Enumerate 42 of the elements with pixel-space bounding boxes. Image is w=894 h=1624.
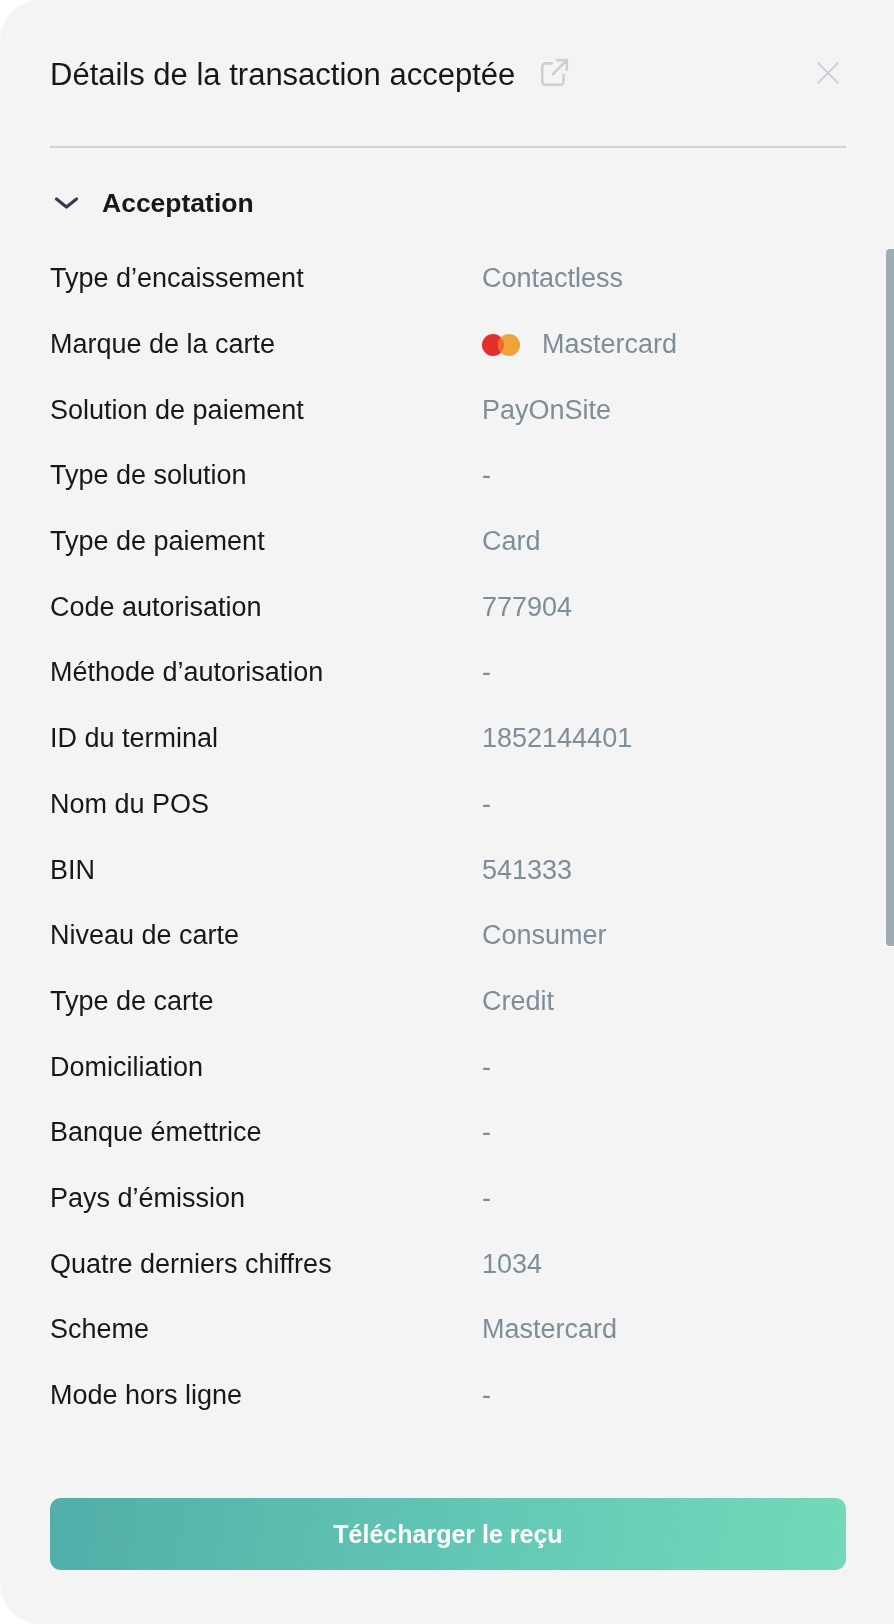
- row-value: Card: [482, 526, 541, 558]
- row-value: 1852144401: [482, 723, 633, 755]
- row-value: -: [482, 1117, 491, 1149]
- row-label: Nom du POS: [50, 788, 210, 820]
- row-label: Type d’encaissement: [50, 263, 304, 295]
- row-label: Type de paiement: [50, 526, 265, 558]
- row-label: Solution de paiement: [50, 394, 304, 426]
- panel-title: Détails de la transaction acceptée: [50, 56, 516, 94]
- scrollbar[interactable]: [886, 249, 894, 946]
- row-value: 777904: [482, 591, 573, 623]
- row-label: Domiciliation: [50, 1051, 204, 1083]
- row-label: Mode hors ligne: [50, 1380, 243, 1412]
- row-value: -: [482, 657, 491, 689]
- row-label: Pays d’émission: [50, 1182, 246, 1214]
- row-value: Mastercard: [542, 329, 678, 361]
- card-logo-icon: [482, 333, 520, 356]
- row-value: Mastercard: [482, 1314, 618, 1346]
- row-value: -: [482, 460, 491, 492]
- row-label: Quatre derniers chiffres: [50, 1248, 332, 1280]
- external-link-icon[interactable]: [539, 58, 570, 88]
- close-icon[interactable]: [817, 62, 839, 84]
- row-label: Code autorisation: [50, 591, 262, 623]
- row-label: Type de solution: [50, 460, 247, 492]
- row-value: Consumer: [482, 920, 607, 952]
- section-toggle[interactable]: Acceptation: [50, 185, 254, 221]
- row-value: Contactless: [482, 263, 624, 295]
- row-value: -: [482, 1182, 491, 1214]
- row-value: PayOnSite: [482, 394, 612, 426]
- row-label: ID du terminal: [50, 723, 219, 755]
- row-label: Type de carte: [50, 985, 214, 1017]
- row-value: Credit: [482, 985, 555, 1017]
- row-label: Marque de la carte: [50, 329, 276, 361]
- row-value: 541333: [482, 854, 573, 886]
- row-value: 1034: [482, 1248, 543, 1280]
- row-label: Scheme: [50, 1314, 150, 1346]
- row-label: Banque émettrice: [50, 1117, 262, 1149]
- row-label: BIN: [50, 854, 95, 886]
- row-label: Niveau de carte: [50, 920, 240, 952]
- row-label: Méthode d’autorisation: [50, 657, 324, 689]
- row-value: -: [482, 1051, 491, 1083]
- row-value: -: [482, 1380, 491, 1412]
- row-value: -: [482, 788, 491, 820]
